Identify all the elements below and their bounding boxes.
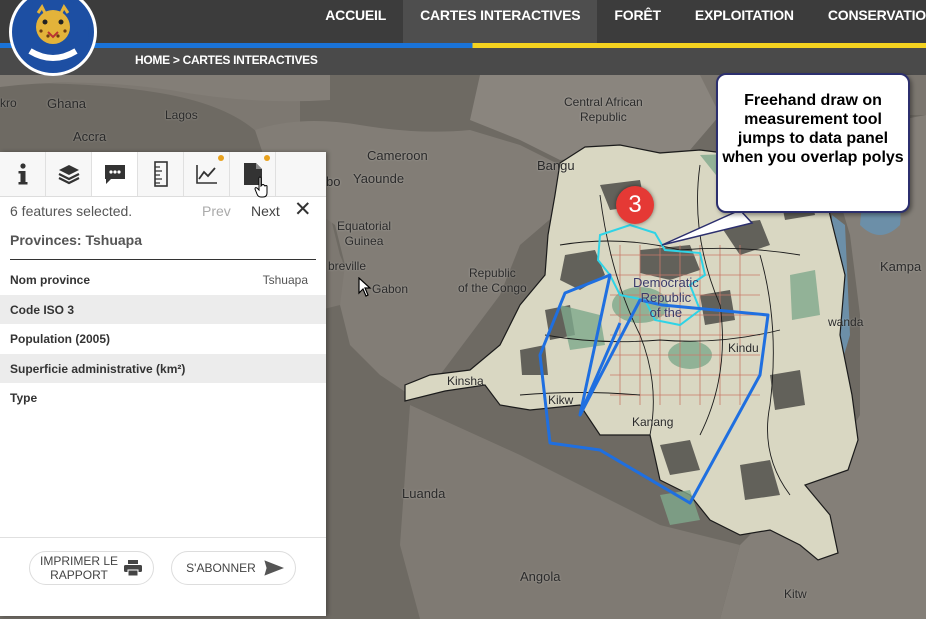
nav-conservation[interactable]: CONSERVATIO	[811, 0, 926, 43]
breadcrumb: HOME > CARTES INTERACTIVES	[135, 53, 318, 67]
title-divider	[10, 259, 316, 260]
label-drc: Democratic Republic of the	[633, 275, 699, 320]
layers-icon	[58, 165, 79, 185]
attribute-key: Code ISO 3	[10, 302, 75, 317]
label-yaounde: Yaounde	[353, 171, 405, 186]
attribute-key: Nom province	[10, 273, 91, 287]
attribute-key: Type	[10, 391, 38, 405]
table-row: Nom province Tshuapa	[0, 265, 326, 295]
close-icon[interactable]: ✕	[294, 199, 312, 220]
chart-icon	[195, 165, 217, 184]
leopard-emblem-icon	[17, 0, 89, 68]
label-kikwit: Kikw	[548, 393, 574, 407]
subscribe-button[interactable]: S'ABONNER	[171, 551, 296, 585]
label-kro: kro	[0, 96, 17, 110]
notification-dot	[218, 155, 224, 161]
panel-toolbar	[0, 152, 326, 198]
prev-button[interactable]: Prev	[202, 203, 231, 219]
nav-exploitation[interactable]: EXPLOITATION	[678, 0, 811, 43]
next-button[interactable]: Next	[251, 203, 280, 219]
label-rwanda: wanda	[828, 315, 864, 329]
label-kampala: Kampa	[880, 259, 922, 274]
label-kananga: Kanang	[632, 415, 674, 429]
label-kitwe: Kitw	[784, 587, 807, 601]
nav-accueil[interactable]: ACCUEIL	[308, 0, 403, 43]
label-republic-of-congo: Republic of the Congo	[458, 266, 527, 295]
selection-nav: 6 features selected. Prev Next ✕	[10, 199, 316, 221]
label-lagos: Lagos	[165, 108, 198, 122]
feature-title: Provinces: Tshuapa	[10, 232, 143, 248]
selection-count: 6 features selected.	[10, 203, 133, 219]
tab-comment[interactable]	[92, 152, 138, 196]
label-libreville: breville	[328, 259, 367, 273]
label-luanda: Luanda	[402, 486, 446, 501]
comment-icon	[104, 165, 125, 184]
attribute-key: Population (2005)	[10, 332, 111, 346]
ruler-icon	[153, 161, 168, 187]
nav-foret[interactable]: FORÊT	[597, 0, 677, 43]
label-kindu: Kindu	[728, 341, 759, 355]
tab-measure[interactable]	[138, 152, 184, 196]
label-angola: Angola	[520, 569, 561, 584]
info-icon	[18, 163, 27, 185]
step-badge: 3	[616, 186, 654, 224]
subscribe-label: S'ABONNER	[186, 561, 256, 575]
tab-report[interactable]	[230, 152, 276, 198]
print-report-label: IMPRIMER LE RAPPORT	[39, 554, 118, 582]
table-row: Type	[0, 383, 326, 413]
table-row: Code ISO 3	[0, 294, 326, 324]
table-row: Population (2005)	[0, 324, 326, 354]
table-row: Superficie administrative (km²)	[0, 353, 326, 383]
label-bo: bo	[326, 174, 341, 189]
attribute-table: Nom province Tshuapa Code ISO 3 Populati…	[0, 265, 326, 413]
data-panel: 6 features selected. Prev Next ✕ Provinc…	[0, 152, 326, 616]
print-report-button[interactable]: IMPRIMER LE RAPPORT	[29, 551, 154, 585]
tab-info[interactable]	[0, 152, 46, 196]
printer-icon	[124, 560, 142, 576]
nav-cartes-interactives[interactable]: CARTES INTERACTIVES	[403, 0, 598, 43]
arrow-cursor-icon	[358, 277, 372, 297]
annotation-callout: Freehand draw on measurement tool jumps …	[716, 73, 910, 213]
ministry-logo[interactable]	[9, 0, 97, 76]
top-navigation-bar: ACCUEIL CARTES INTERACTIVES FORÊT EXPLOI…	[0, 0, 926, 43]
label-kinshasa: Kinsha	[447, 374, 484, 388]
send-icon	[264, 560, 284, 576]
label-ghana: Ghana	[47, 96, 87, 111]
label-equatorial-guinea: Equatorial Guinea	[337, 219, 392, 248]
breadcrumb-bar: HOME > CARTES INTERACTIVES	[0, 48, 926, 75]
footer-divider	[0, 537, 326, 538]
main-nav: ACCUEIL CARTES INTERACTIVES FORÊT EXPLOI…	[308, 0, 926, 43]
attribute-value: Tshuapa	[262, 273, 308, 287]
notification-dot	[264, 155, 270, 161]
callout-text: Freehand draw on measurement tool jumps …	[722, 92, 904, 166]
tab-layers[interactable]	[46, 152, 92, 196]
label-car: Central African Republic	[564, 95, 643, 124]
label-cameroon: Cameroon	[367, 148, 428, 163]
hand-cursor-icon	[254, 176, 268, 198]
label-gabon: Gabon	[372, 282, 409, 296]
attribute-key: Superficie administrative (km²)	[10, 361, 186, 376]
tab-chart[interactable]	[184, 152, 230, 196]
label-accra: Accra	[73, 129, 107, 144]
label-bangui: Bangu	[537, 158, 575, 173]
